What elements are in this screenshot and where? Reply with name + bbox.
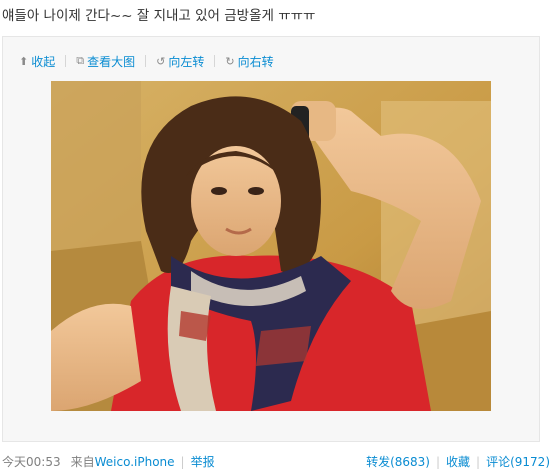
toolbar-divider <box>65 55 67 67</box>
report-link[interactable]: 举报 <box>191 453 215 470</box>
external-link-icon: ⧉ <box>76 54 85 67</box>
arrow-up-icon: ⬆ <box>19 54 29 68</box>
rotate-left-icon: ↺ <box>156 54 166 68</box>
source-app-link[interactable]: Weico.iPhone <box>95 455 175 469</box>
rotate-left-label: 向左转 <box>168 54 205 69</box>
collapse-button[interactable]: ⬆ 收起 <box>19 53 55 70</box>
toolbar-divider <box>214 55 216 67</box>
rotate-left-button[interactable]: ↺ 向左转 <box>156 53 204 70</box>
image-toolbar: ⬆ 收起 ⧉ 查看大图 ↺ 向左转 ↻ 向右转 <box>19 51 274 71</box>
photo-illustration <box>51 81 491 411</box>
rotate-right-icon: ↻ <box>225 54 235 68</box>
post-meta: 今天00:53 来自 Weico.iPhone | 举报 <box>2 453 215 470</box>
post-photo[interactable] <box>51 81 491 411</box>
footer-divider: | <box>180 454 185 469</box>
footer-divider: | <box>435 454 441 469</box>
toolbar-divider <box>145 55 147 67</box>
source-prefix: 来自 <box>70 455 95 469</box>
post-time[interactable]: 今天00:53 <box>2 453 61 470</box>
rotate-right-button[interactable]: ↻ 向右转 <box>225 53 273 70</box>
view-large-button[interactable]: ⧉ 查看大图 <box>76 53 135 70</box>
post-footer: 今天00:53 来自 Weico.iPhone | 举报 转发(8683) | … <box>0 451 554 470</box>
post-text: 얘들아 나이제 간다~~ 잘 지내고 있어 금방올게 ㅠㅠㅠ <box>2 8 316 24</box>
rotate-right-label: 向右转 <box>237 54 274 69</box>
media-box: ⬆ 收起 ⧉ 查看大图 ↺ 向左转 ↻ 向右转 <box>2 36 540 442</box>
comment-link[interactable]: 评论(9172) <box>486 453 550 470</box>
footer-divider: | <box>476 454 481 469</box>
repost-link[interactable]: 转发(8683) <box>366 453 430 470</box>
post-actions: 转发(8683) | 收藏 | 评论(9172) <box>366 453 550 470</box>
collapse-label: 收起 <box>31 54 56 69</box>
view-large-label: 查看大图 <box>87 54 136 69</box>
favorite-link[interactable]: 收藏 <box>446 453 470 470</box>
